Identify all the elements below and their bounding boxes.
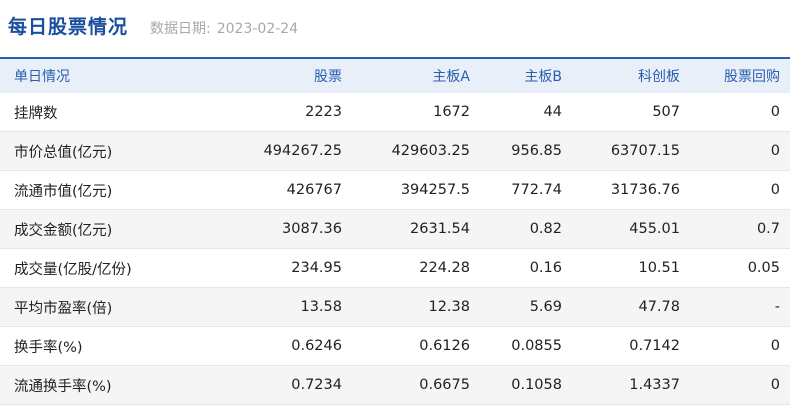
table-cell: 0.0855 [470,326,562,366]
row-label: 挂牌数 [0,93,200,132]
table-cell: 0.82 [470,209,562,249]
table-cell: 0.7234 [200,365,342,405]
table-cell: 426767 [200,170,342,210]
row-label: 流通市值(亿元) [0,170,200,210]
row-label: 换手率(%) [0,326,200,366]
table-cell: 3087.36 [200,209,342,249]
table-cell: 0.1058 [470,365,562,405]
table-cell: 13.58 [200,287,342,327]
table-cell: 0.05 [680,248,790,288]
column-header-star-market: 科创板 [562,57,680,93]
table-cell: 5.69 [470,287,562,327]
column-header-main-board-a: 主板A [342,57,470,93]
table-cell: 0 [680,365,790,405]
table-cell: 47.78 [562,287,680,327]
table-row: 成交量(亿股/亿份) 234.95 224.28 0.16 10.51 0.05 [0,248,790,288]
table-cell: 429603.25 [342,131,470,171]
column-header-buyback: 股票回购 [680,57,790,93]
data-date: 数据日期: 2023-02-24 [150,18,298,38]
data-date-label: 数据日期: [150,21,211,37]
table-row: 挂牌数 2223 1672 44 507 0 [0,93,790,132]
table-cell: 0.6246 [200,326,342,366]
table-row: 流通市值(亿元) 426767 394257.5 772.74 31736.76… [0,170,790,210]
column-header-daily: 单日情况 [0,57,200,93]
table-cell: 2631.54 [342,209,470,249]
page-header: 每日股票情况 数据日期: 2023-02-24 [8,12,298,42]
table-cell: 956.85 [470,131,562,171]
column-header-main-board-b: 主板B [470,57,562,93]
table-cell: 0 [680,326,790,366]
table-cell: 0 [680,170,790,210]
table-row: 换手率(%) 0.6246 0.6126 0.0855 0.7142 0 [0,326,790,366]
table-header-row: 单日情况 股票 主板A 主板B 科创板 股票回购 [0,57,790,93]
table-row: 成交金额(亿元) 3087.36 2631.54 0.82 455.01 0.7 [0,209,790,249]
table-cell: 0.7 [680,209,790,249]
table-row: 平均市盈率(倍) 13.58 12.38 5.69 47.78 - [0,287,790,327]
table-cell: 455.01 [562,209,680,249]
table-cell: 224.28 [342,248,470,288]
table-cell: 772.74 [470,170,562,210]
table-cell: 1672 [342,93,470,132]
table-cell: 507 [562,93,680,132]
table-cell: 0.6675 [342,365,470,405]
table-cell: 234.95 [200,248,342,288]
table-cell: 1.4337 [562,365,680,405]
table-cell: - [680,287,790,327]
table-cell: 0.7142 [562,326,680,366]
data-date-value: 2023-02-24 [216,21,299,37]
table-cell: 394257.5 [342,170,470,210]
table-cell: 2223 [200,93,342,132]
table-row: 流通换手率(%) 0.7234 0.6675 0.1058 1.4337 0 [0,365,790,405]
table-cell: 63707.15 [562,131,680,171]
page-title: 每日股票情况 [8,16,129,38]
table-cell: 0.16 [470,248,562,288]
row-label: 平均市盈率(倍) [0,287,200,327]
table-cell: 10.51 [562,248,680,288]
table-row: 市价总值(亿元) 494267.25 429603.25 956.85 6370… [0,131,790,171]
table-cell: 0 [680,93,790,132]
row-label: 成交金额(亿元) [0,209,200,249]
stock-table: 单日情况 股票 主板A 主板B 科创板 股票回购 挂牌数 2223 1672 4… [0,57,790,405]
column-header-stocks: 股票 [200,57,342,93]
table-cell: 0.6126 [342,326,470,366]
table-cell: 31736.76 [562,170,680,210]
row-label: 市价总值(亿元) [0,131,200,171]
table-cell: 0 [680,131,790,171]
table-cell: 44 [470,93,562,132]
table-cell: 12.38 [342,287,470,327]
row-label: 成交量(亿股/亿份) [0,248,200,288]
row-label: 流通换手率(%) [0,365,200,405]
table-cell: 494267.25 [200,131,342,171]
